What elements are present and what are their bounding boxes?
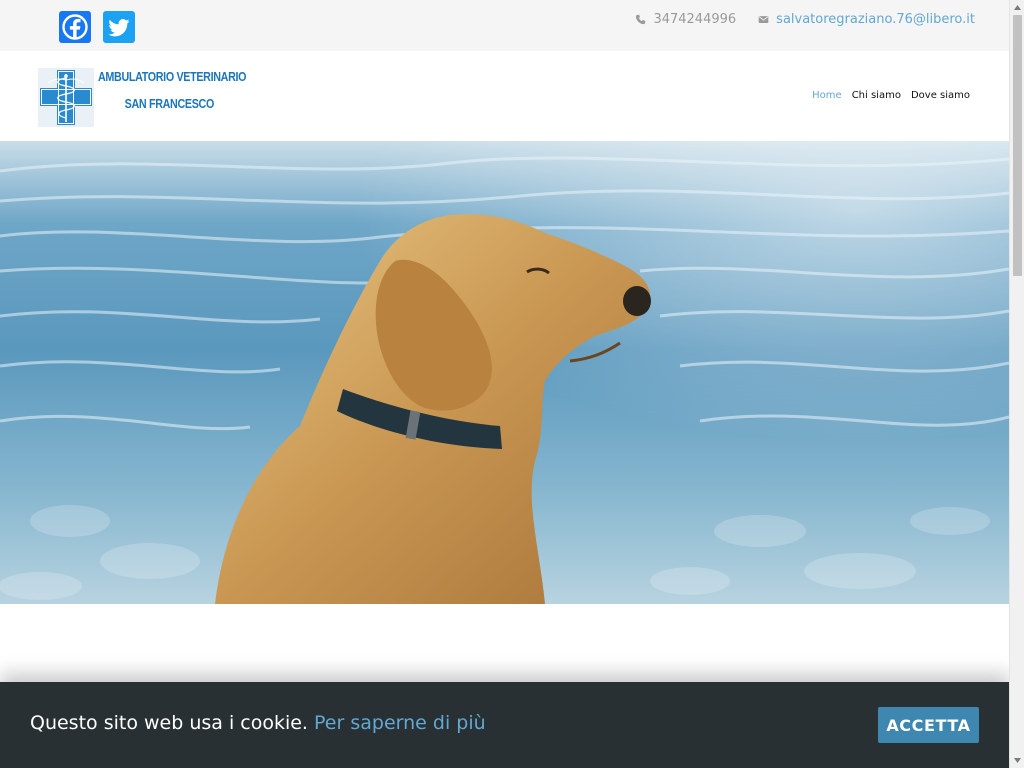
facebook-link[interactable]: [59, 11, 91, 43]
arrow-down-icon: [1014, 758, 1021, 763]
page: 3474244996 salvatoregraziano.76@libero.i…: [0, 0, 1009, 768]
site-header: AMBULATORIO VETERINARIO SAN FRANCESCO Ho…: [0, 51, 1009, 141]
phone-contact: 3474244996: [635, 12, 736, 27]
main-nav: Home Chi siamo Dove siamo: [812, 90, 970, 101]
twitter-icon: [103, 11, 135, 43]
email-contact: salvatoregraziano.76@libero.it: [758, 12, 975, 27]
envelope-icon: [758, 16, 769, 23]
vertical-scrollbar[interactable]: [1009, 0, 1024, 768]
dog-in-water-photo: [0, 141, 1009, 604]
arrow-up-icon: [1014, 5, 1021, 10]
social-links: [59, 11, 135, 43]
facebook-icon: [59, 11, 91, 43]
hero-image: [0, 141, 1009, 604]
phone-number: 3474244996: [653, 12, 737, 27]
phone-icon: [636, 14, 646, 25]
nav-home[interactable]: Home: [812, 90, 842, 101]
site-logo[interactable]: [38, 68, 94, 127]
nav-chi-siamo[interactable]: Chi siamo: [852, 90, 901, 101]
cookie-more-info-link[interactable]: Per saperne di più: [314, 712, 486, 734]
scrollbar-thumb[interactable]: [1013, 15, 1022, 276]
contact-info: 3474244996 salvatoregraziano.76@libero.i…: [635, 12, 975, 27]
cookie-message: Questo sito web usa i cookie. Per sapern…: [30, 712, 486, 734]
cookie-banner: Questo sito web usa i cookie. Per sapern…: [0, 682, 1009, 768]
brand-line-2: SAN FRANCESCO: [124, 97, 215, 111]
accept-cookies-button[interactable]: ACCETTA: [878, 707, 979, 743]
twitter-link[interactable]: [103, 11, 135, 43]
veterinary-cross-caduceus-icon: [38, 68, 94, 127]
scroll-up-arrow[interactable]: [1010, 0, 1024, 15]
email-link[interactable]: salvatoregraziano.76@libero.it: [776, 12, 975, 27]
top-bar: 3474244996 salvatoregraziano.76@libero.i…: [0, 0, 1009, 51]
brand-line-1: AMBULATORIO VETERINARIO: [98, 70, 247, 84]
cookie-text: Questo sito web usa i cookie.: [30, 712, 308, 734]
nav-dove-siamo[interactable]: Dove siamo: [911, 90, 970, 101]
scroll-down-arrow[interactable]: [1010, 753, 1024, 768]
brand-name[interactable]: AMBULATORIO VETERINARIO SAN FRANCESCO: [98, 69, 247, 112]
